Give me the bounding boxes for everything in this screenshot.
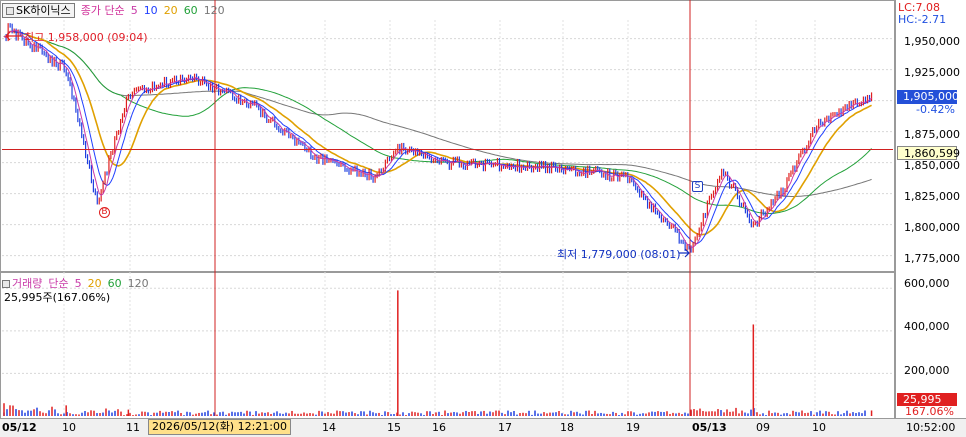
volume-current: 25,995주(167.06%) — [4, 291, 111, 304]
hc-value: HC:-2.71 — [898, 13, 947, 26]
crosshair-time-box: 2026/05/12(화) 12:21:00 — [148, 419, 292, 435]
ma60-line — [3, 30, 872, 215]
volume-tick: 600,000 — [904, 277, 950, 290]
volume-current-pct: 167.06% — [905, 405, 954, 418]
price-tick: 1,825,000 — [904, 190, 960, 203]
stock-name-box[interactable]: SK하이닉스 — [2, 2, 75, 18]
lc-hc-indicator: LC:7.08 HC:-2.71 — [898, 2, 946, 26]
change-percent: -0.42% — [916, 103, 955, 116]
time-tick: 09 — [756, 421, 770, 434]
stock-name: SK하이닉스 — [16, 3, 71, 17]
crosshair-price-box: 1,860,599 — [897, 146, 960, 160]
vol-ma60: 60 — [107, 276, 122, 290]
sell-marker[interactable]: S — [692, 181, 703, 192]
time-tick: 11 — [126, 421, 140, 434]
price-legend: SK하이닉스 종가 단순 5 10 20 60 120 — [2, 2, 225, 18]
legend-main: 종가 단순 — [80, 4, 125, 17]
legend-ma120: 120 — [203, 3, 225, 17]
volume-tick: 200,000 — [904, 364, 950, 377]
legend-ma60: 60 — [183, 3, 198, 17]
price-tick: 1,950,000 — [904, 35, 960, 48]
time-tick: 19 — [626, 421, 640, 434]
price-tick: 1,925,000 — [904, 66, 960, 79]
price-tick: 1,800,000 — [904, 221, 960, 234]
current-time: 10:52:00 — [906, 421, 956, 434]
legend-ma20: 20 — [163, 3, 178, 17]
time-tick: 15 — [387, 421, 401, 434]
price-tick: 1,875,000 — [904, 128, 960, 141]
ma120-line — [3, 30, 872, 197]
vol-ma5: 5 — [74, 276, 82, 290]
window-icon — [6, 6, 14, 15]
vol-ma20: 20 — [87, 276, 102, 290]
time-tick: 10 — [812, 421, 826, 434]
vol-ma120: 120 — [127, 276, 149, 290]
chart-canvas[interactable] — [0, 0, 966, 437]
volume-tick: 400,000 — [904, 320, 950, 333]
legend-ma10: 10 — [143, 3, 158, 17]
high-annotation: 최고 1,958,000 (09:04) — [24, 31, 148, 44]
time-tick: 17 — [498, 421, 512, 434]
buy-marker[interactable]: B — [99, 207, 110, 218]
stock-chart[interactable]: SK하이닉스 종가 단순 5 10 20 60 120 최고 1,958,000… — [0, 0, 966, 437]
time-tick: 14 — [322, 421, 336, 434]
low-annotation: 최저 1,779,000 (08:01) — [557, 248, 681, 261]
legend-ma5: 5 — [130, 3, 138, 17]
window-icon — [2, 280, 10, 288]
ma10-line — [3, 30, 872, 245]
time-tick: 10 — [62, 421, 76, 434]
current-price-box: 1,905,000 — [897, 90, 959, 104]
price-tick: 1,775,000 — [904, 252, 960, 265]
time-tick: 18 — [560, 421, 574, 434]
time-tick: 05/12 — [2, 421, 37, 434]
time-tick: 05/13 — [692, 421, 727, 434]
time-tick: 16 — [432, 421, 446, 434]
